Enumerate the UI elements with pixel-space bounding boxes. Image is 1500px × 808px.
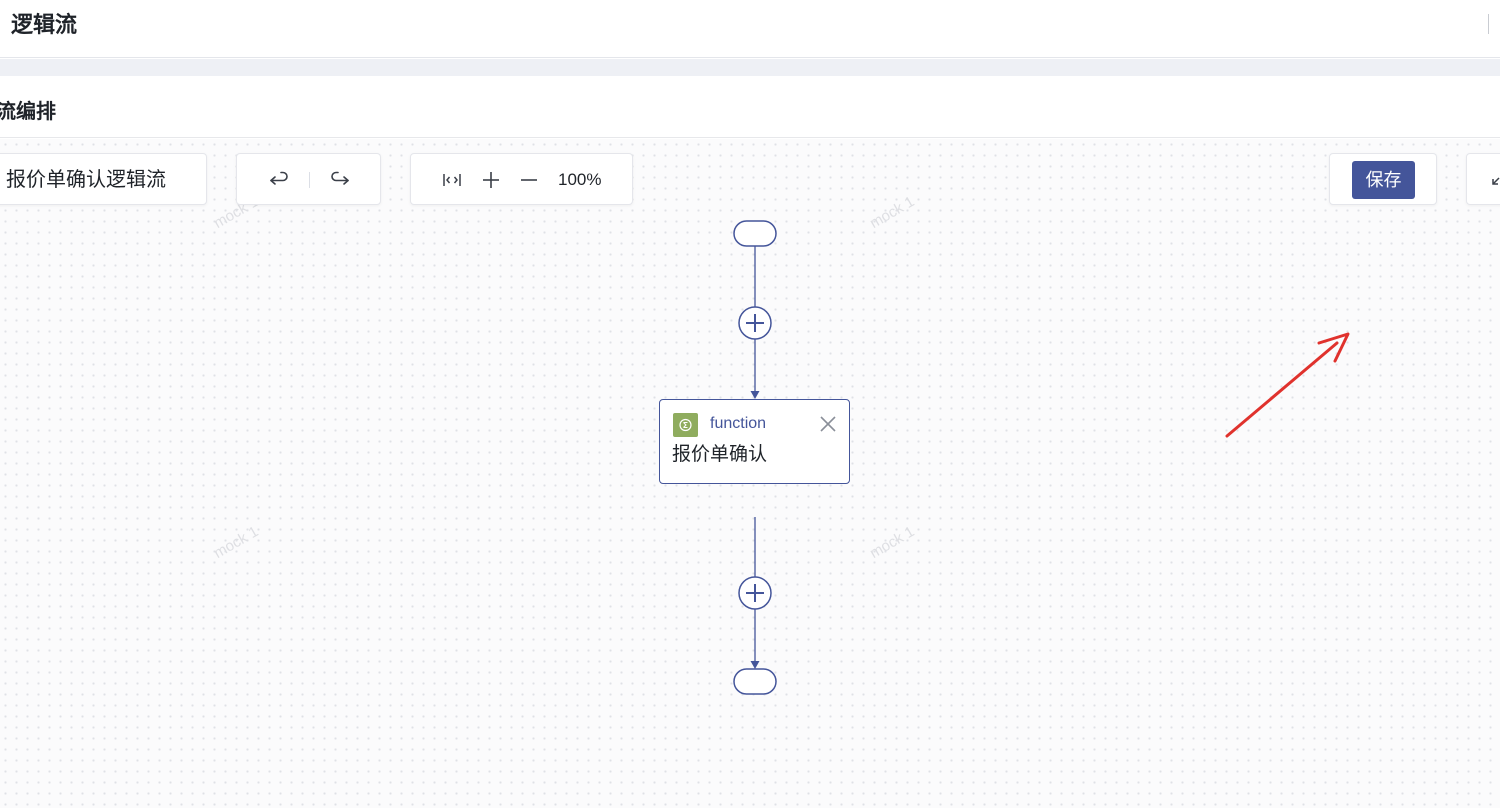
arrowhead [750, 661, 760, 669]
flow-canvas[interactable]: mock 1 mock 1 mock 1 mock 1 function 报价单… [0, 139, 1500, 808]
add-node-icon[interactable] [738, 306, 772, 340]
function-icon [673, 413, 698, 437]
arrowhead [750, 391, 760, 399]
function-node-name: 报价单确认 [672, 444, 768, 465]
flow-name: 报价单确认逻辑流 [6, 169, 166, 191]
close-icon[interactable] [818, 414, 838, 434]
collapse-toolbar [1466, 153, 1500, 205]
fit-width-icon[interactable] [440, 168, 464, 192]
function-type-label: function [710, 415, 767, 432]
collapse-icon[interactable] [1485, 168, 1500, 192]
save-button[interactable]: 保存 [1352, 161, 1415, 199]
save-toolbar: 保存 [1329, 153, 1437, 205]
zoom-toolbar: 100% [410, 153, 633, 205]
end-node[interactable] [733, 668, 777, 695]
toolbar-divider [309, 172, 310, 188]
page-title: 逻辑流 [11, 12, 78, 37]
zoom-in-icon[interactable] [479, 168, 503, 192]
zoom-out-icon[interactable] [517, 168, 541, 192]
section-title: 流编排 [0, 101, 56, 123]
start-node[interactable] [733, 220, 777, 247]
flow-name-box: 报价单确认逻辑流 [0, 153, 207, 205]
header-spacer [0, 59, 1500, 76]
zoom-level: 100% [558, 170, 602, 189]
function-node[interactable]: function 报价单确认 [659, 399, 850, 484]
annotation-arrow [1225, 332, 1350, 438]
undo-icon[interactable] [267, 168, 291, 192]
top-header: 逻辑流 [0, 0, 1500, 58]
redo-icon[interactable] [328, 168, 352, 192]
add-node-icon[interactable] [738, 576, 772, 610]
section-header: 流编排 [0, 76, 1500, 138]
history-toolbar [236, 153, 381, 205]
header-divider [1488, 14, 1489, 34]
